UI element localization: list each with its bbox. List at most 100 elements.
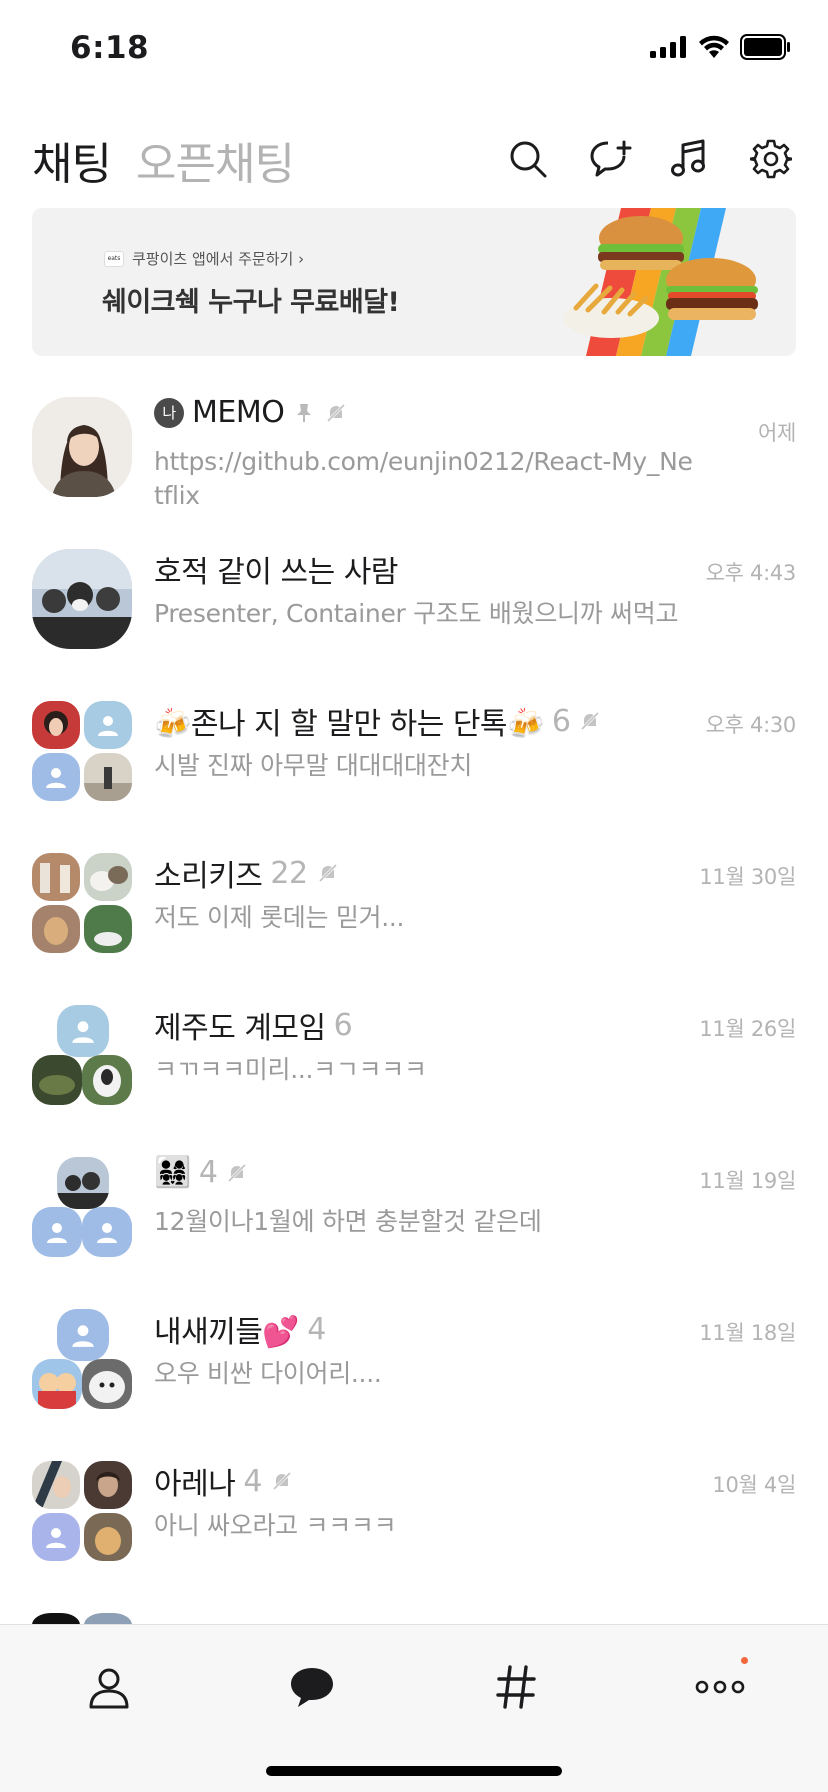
more-icon[interactable] (688, 1655, 752, 1719)
chat-title: 나 MEMO (154, 395, 348, 430)
view-hashtag-icon[interactable] (484, 1655, 548, 1719)
coupang-eats-logo: eats (104, 250, 124, 267)
chat-title-text: 🍻존나 지 할 말만 하는 단톡🍻 (154, 707, 544, 742)
mute-icon (317, 862, 338, 884)
status-time: 6:18 (70, 30, 150, 66)
member-count: 6 (551, 703, 571, 739)
banner-subtitle: eats 쿠팡이츠 앱에서 주문하기 › (104, 248, 304, 269)
chat-item[interactable]: 👨‍👩‍👧‍👧 4 12월이나1월에 하면 충분할것 같은데 11월 19일 (0, 1135, 828, 1285)
avatar-group (32, 1005, 132, 1105)
avatar-group (32, 1461, 132, 1561)
chat-title-text: 내새끼들💕 (154, 1315, 300, 1350)
member-photo (82, 1055, 132, 1105)
chat-title: 소리키즈 22 (154, 851, 340, 895)
search-icon[interactable] (505, 136, 551, 182)
chat-item-partial[interactable] (0, 1613, 828, 1624)
chat-item[interactable]: 아레나 4 아니 싸오라고 ㅋㅋㅋㅋ 10월 4일 (0, 1439, 828, 1589)
chat-item[interactable]: 소리키즈 22 저도 이제 롯데는 믿거... 11월 30일 (0, 831, 828, 981)
home-indicator (266, 1766, 562, 1776)
avatar-group (32, 701, 132, 801)
chat-time: 11월 18일 (699, 1321, 796, 1345)
tab-open-chats[interactable]: 오픈채팅 (136, 128, 295, 192)
chat-preview: 12월이나1월에 하면 충분할것 같은데 (154, 1207, 542, 1236)
chat-preview: ㅋㄲㅋㅋ미리...ㅋㄱㅋㅋㅋ (154, 1055, 427, 1084)
chat-item[interactable]: 내새끼들💕 4 오우 비싼 다이어리.... 11월 18일 (0, 1287, 828, 1437)
member-photo (32, 1359, 82, 1409)
chat-preview: https://github.com/eunjin0212/React-My_N… (154, 447, 693, 510)
chat-title: 아레나 4 (154, 1459, 294, 1503)
settings-icon[interactable] (748, 136, 794, 182)
chat-title-text: MEMO (192, 395, 285, 430)
default-profile-icon (57, 1309, 109, 1361)
group-photo (32, 549, 132, 649)
default-profile-icon (32, 753, 80, 801)
music-icon[interactable] (666, 136, 712, 182)
member-photo (84, 1513, 132, 1561)
mute-icon (580, 710, 601, 732)
chats-icon[interactable] (280, 1655, 344, 1719)
chat-time: 오후 4:30 (705, 713, 797, 737)
banner-small-text: 쿠팡이츠 앱에서 주문하기 › (132, 250, 305, 268)
member-photo (32, 905, 80, 953)
chat-title-text: 호적 같이 쓰는 사람 (154, 555, 398, 590)
chat-item[interactable]: 제주도 계모임 6 ㅋㄲㅋㅋ미리...ㅋㄱㅋㅋㅋ 11월 26일 (0, 983, 828, 1133)
member-photo (84, 905, 132, 953)
member-count: 4 (307, 1311, 326, 1347)
member-photo (84, 853, 132, 901)
member-photo (32, 1461, 80, 1509)
default-profile-icon (57, 1005, 109, 1057)
avatar (32, 397, 132, 497)
status-bar: 6:18 (0, 0, 828, 100)
member-count: 4 (198, 1155, 218, 1190)
mute-icon (326, 402, 347, 423)
chat-preview: 아니 싸오라고 ㅋㅋㅋㅋ (154, 1511, 397, 1540)
member-photo (32, 1613, 80, 1624)
default-profile-icon (82, 1207, 132, 1257)
new-chat-icon[interactable] (588, 136, 634, 182)
chat-item[interactable]: 🍻존나 지 할 말만 하는 단톡🍻 6 시발 진짜 아무말 대대대대잔치 오후 … (0, 679, 828, 829)
avatar-group (32, 1309, 132, 1409)
chat-time: 11월 26일 (699, 1017, 796, 1041)
chat-item-memo[interactable]: 나 MEMO https://github.com/eunjin0212/Rea… (0, 375, 828, 525)
member-count: 22 (270, 855, 308, 891)
banner-title: 쉐이크쉑 누구나 무료배달! (102, 287, 400, 318)
chat-preview: Presenter, Container 구조도 배웠으니까 써먹고 (154, 599, 679, 628)
chat-time: 11월 19일 (699, 1169, 796, 1193)
chat-title-text: 제주도 계모임 (154, 1011, 326, 1046)
profile-photo (32, 397, 132, 497)
chat-title-text: 소리키즈 (154, 859, 263, 894)
avatar-group (32, 853, 132, 953)
header: 채팅 오픈채팅 (0, 118, 828, 198)
member-photo (32, 853, 80, 901)
chat-time: 어제 (757, 421, 796, 445)
chat-title: 🍻존나 지 할 말만 하는 단톡🍻 6 (154, 699, 602, 743)
chat-preview: 오우 비싼 다이어리.... (154, 1359, 382, 1388)
chat-time: 11월 30일 (699, 865, 796, 889)
default-profile-icon (84, 701, 132, 749)
chat-time: 10월 4일 (712, 1473, 796, 1497)
chat-preview: 저도 이제 롯데는 믿거... (154, 903, 405, 932)
member-photo (57, 1157, 109, 1209)
notification-dot (741, 1657, 748, 1664)
ad-banner[interactable]: eats 쿠팡이츠 앱에서 주문하기 › 쉐이크쉑 누구나 무료배달! (32, 208, 796, 356)
pin-icon (297, 403, 312, 422)
friends-icon[interactable] (77, 1655, 141, 1719)
member-photo (84, 1613, 132, 1624)
tab-chats[interactable]: 채팅 (32, 128, 112, 192)
member-photo (82, 1359, 132, 1409)
me-badge: 나 (154, 397, 184, 428)
chat-title-text: 👨‍👩‍👧‍👧 (154, 1155, 191, 1190)
burger-illustration (563, 208, 758, 356)
signal-icon (650, 36, 686, 58)
member-photo (84, 1461, 132, 1509)
chat-item[interactable]: 호적 같이 쓰는 사람 Presenter, Container 구조도 배웠으… (0, 527, 828, 677)
member-photo (84, 753, 132, 801)
mute-icon (227, 1162, 248, 1183)
chat-title-text: 아레나 (154, 1467, 236, 1502)
chat-title: 호적 같이 쓰는 사람 (154, 547, 398, 591)
member-count: 6 (333, 1007, 353, 1043)
wifi-icon (699, 35, 729, 58)
chat-time: 오후 4:43 (705, 561, 797, 585)
chat-title: 제주도 계모임 6 (154, 1003, 353, 1047)
default-profile-icon (32, 1207, 82, 1257)
